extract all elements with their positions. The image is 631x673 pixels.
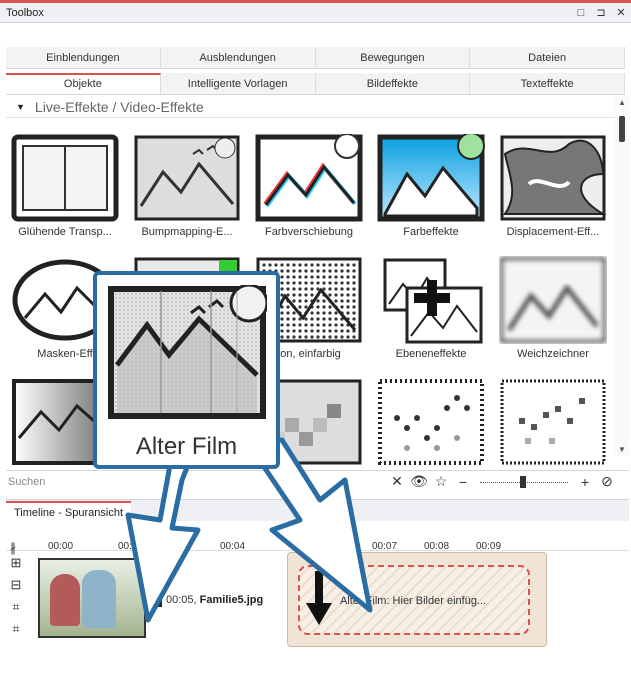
section-title: Live-Effekte / Video-Effekte: [34, 98, 204, 115]
close-icon[interactable]: ✕: [611, 6, 631, 19]
effect-label: Ebeneneffekte: [395, 348, 467, 360]
clip-label: 00:05, Familie5.jpg: [166, 594, 263, 606]
tabs-row-bottom: Objekte Intelligente Vorlagen Bildeffekt…: [6, 73, 625, 95]
displacement-thumbnail: [500, 135, 607, 221]
layer-effects-thumbnail: [383, 258, 483, 344]
tab-intelligente-vorlagen[interactable]: Intelligente Vorlagen: [161, 73, 316, 94]
tab-einblendungen[interactable]: Einblendungen: [6, 47, 161, 68]
tab-timeline[interactable]: Timeline - Spuransicht: [6, 501, 132, 521]
effect-label: Weichzeichner: [517, 348, 589, 360]
effect-item[interactable]: Ebeneneffekte: [372, 248, 490, 366]
transition-icon[interactable]: A: [148, 593, 162, 607]
old-film-preview-thumbnail: [108, 285, 267, 419]
mosaic-thumbnail: [500, 379, 606, 465]
effect-item[interactable]: Displacement-Eff...: [494, 126, 612, 244]
effect-item[interactable]: Glühende Transp...: [6, 126, 124, 244]
effect-label: Displacement-Eff...: [506, 226, 600, 238]
effect-label: Bumpmapping-E...: [141, 226, 233, 238]
color-shift-thumbnail: [255, 134, 363, 222]
effect-label: Farbeffekte: [403, 226, 459, 238]
bumpmapping-thumbnail: [134, 135, 240, 221]
effect-preview-callout: Alter Film: [93, 271, 280, 469]
clip-figure: [50, 574, 80, 626]
blur-thumbnail: [500, 257, 606, 343]
image-clip-thumbnail[interactable]: [38, 558, 146, 638]
callout-label: Alter Film: [135, 433, 238, 460]
toolbox-titlebar: Toolbox □ ⊐ ✕: [0, 3, 631, 23]
tab-ausblendungen[interactable]: Ausblendungen: [161, 47, 316, 68]
clip-figure: [82, 570, 116, 628]
pin-icon[interactable]: ⊐: [591, 6, 611, 19]
effect-item[interactable]: Farbverschiebung: [250, 126, 368, 244]
effect-label: Glühende Transp...: [18, 226, 112, 238]
clip-duration: 00:05,: [166, 594, 197, 606]
group-icon[interactable]: ⊞: [6, 555, 26, 577]
vertical-scrollbar[interactable]: ▲ ▼: [615, 96, 629, 456]
timeline-tools: ⊞ ⊟ ⌗ ⌗: [6, 555, 30, 673]
effect-label: Farbverschiebung: [264, 226, 354, 238]
tab-objekte[interactable]: Objekte: [6, 73, 161, 94]
slider-knob[interactable]: [520, 475, 526, 488]
star-icon[interactable]: ☆: [430, 473, 452, 490]
zoom-out-icon[interactable]: −: [452, 474, 474, 490]
tab-dateien[interactable]: Dateien: [470, 47, 625, 68]
effect-item[interactable]: Weichzeichner: [494, 248, 612, 366]
dot-matrix-thumbnail: [378, 379, 484, 465]
placeholder-text: Alter Film: Hier Bilder einfüg...: [340, 595, 487, 607]
eye-icon[interactable]: 👁: [408, 473, 430, 490]
color-effects-thumbnail: [377, 134, 485, 222]
section-header[interactable]: ▼ Live-Effekte / Video-Effekte: [6, 96, 615, 118]
effect-item[interactable]: Bumpmapping-E...: [128, 126, 246, 244]
zoom-slider[interactable]: [480, 475, 568, 489]
search-bar: Suchen ✕ 👁 ☆ − + ⊘: [6, 470, 629, 492]
tabs-row-top: Einblendungen Ausblendungen Bewegungen D…: [6, 47, 625, 69]
expand-icon[interactable]: ⌗: [6, 621, 26, 643]
magnifier-icon[interactable]: ⊘: [596, 473, 618, 490]
timeline-ruler[interactable]: ∦ 00:00 00:02 00:04 00:07 00:08 00:09: [6, 521, 629, 555]
glow-transparency-thumbnail: [11, 134, 119, 222]
window-title: Toolbox: [6, 6, 44, 19]
arrow-down-icon: [306, 571, 332, 625]
maximize-icon[interactable]: □: [571, 7, 591, 19]
tab-bildeffekte[interactable]: Bildeffekte: [316, 73, 471, 94]
scroll-thumb[interactable]: [619, 116, 625, 142]
fit-icon[interactable]: ⌗: [6, 599, 26, 621]
scroll-down-icon[interactable]: ▼: [615, 445, 629, 454]
ungroup-icon[interactable]: ⊟: [6, 577, 26, 599]
old-film-clip[interactable]: Alter Film: Hier Bilder einfüg...: [287, 552, 547, 647]
tab-texteffekte[interactable]: Texteffekte: [470, 73, 625, 94]
zoom-in-icon[interactable]: +: [574, 474, 596, 490]
clip-filename: Familie5.jpg: [199, 594, 264, 606]
effect-item[interactable]: Farbeffekte: [372, 126, 490, 244]
tab-bewegungen[interactable]: Bewegungen: [316, 47, 471, 68]
scroll-up-icon[interactable]: ▲: [615, 98, 629, 107]
clear-icon[interactable]: ✕: [386, 473, 408, 490]
ruler-handle-icon[interactable]: ∦: [10, 541, 16, 555]
collapse-triangle-icon[interactable]: ▼: [16, 102, 25, 112]
search-input[interactable]: Suchen: [8, 476, 386, 488]
